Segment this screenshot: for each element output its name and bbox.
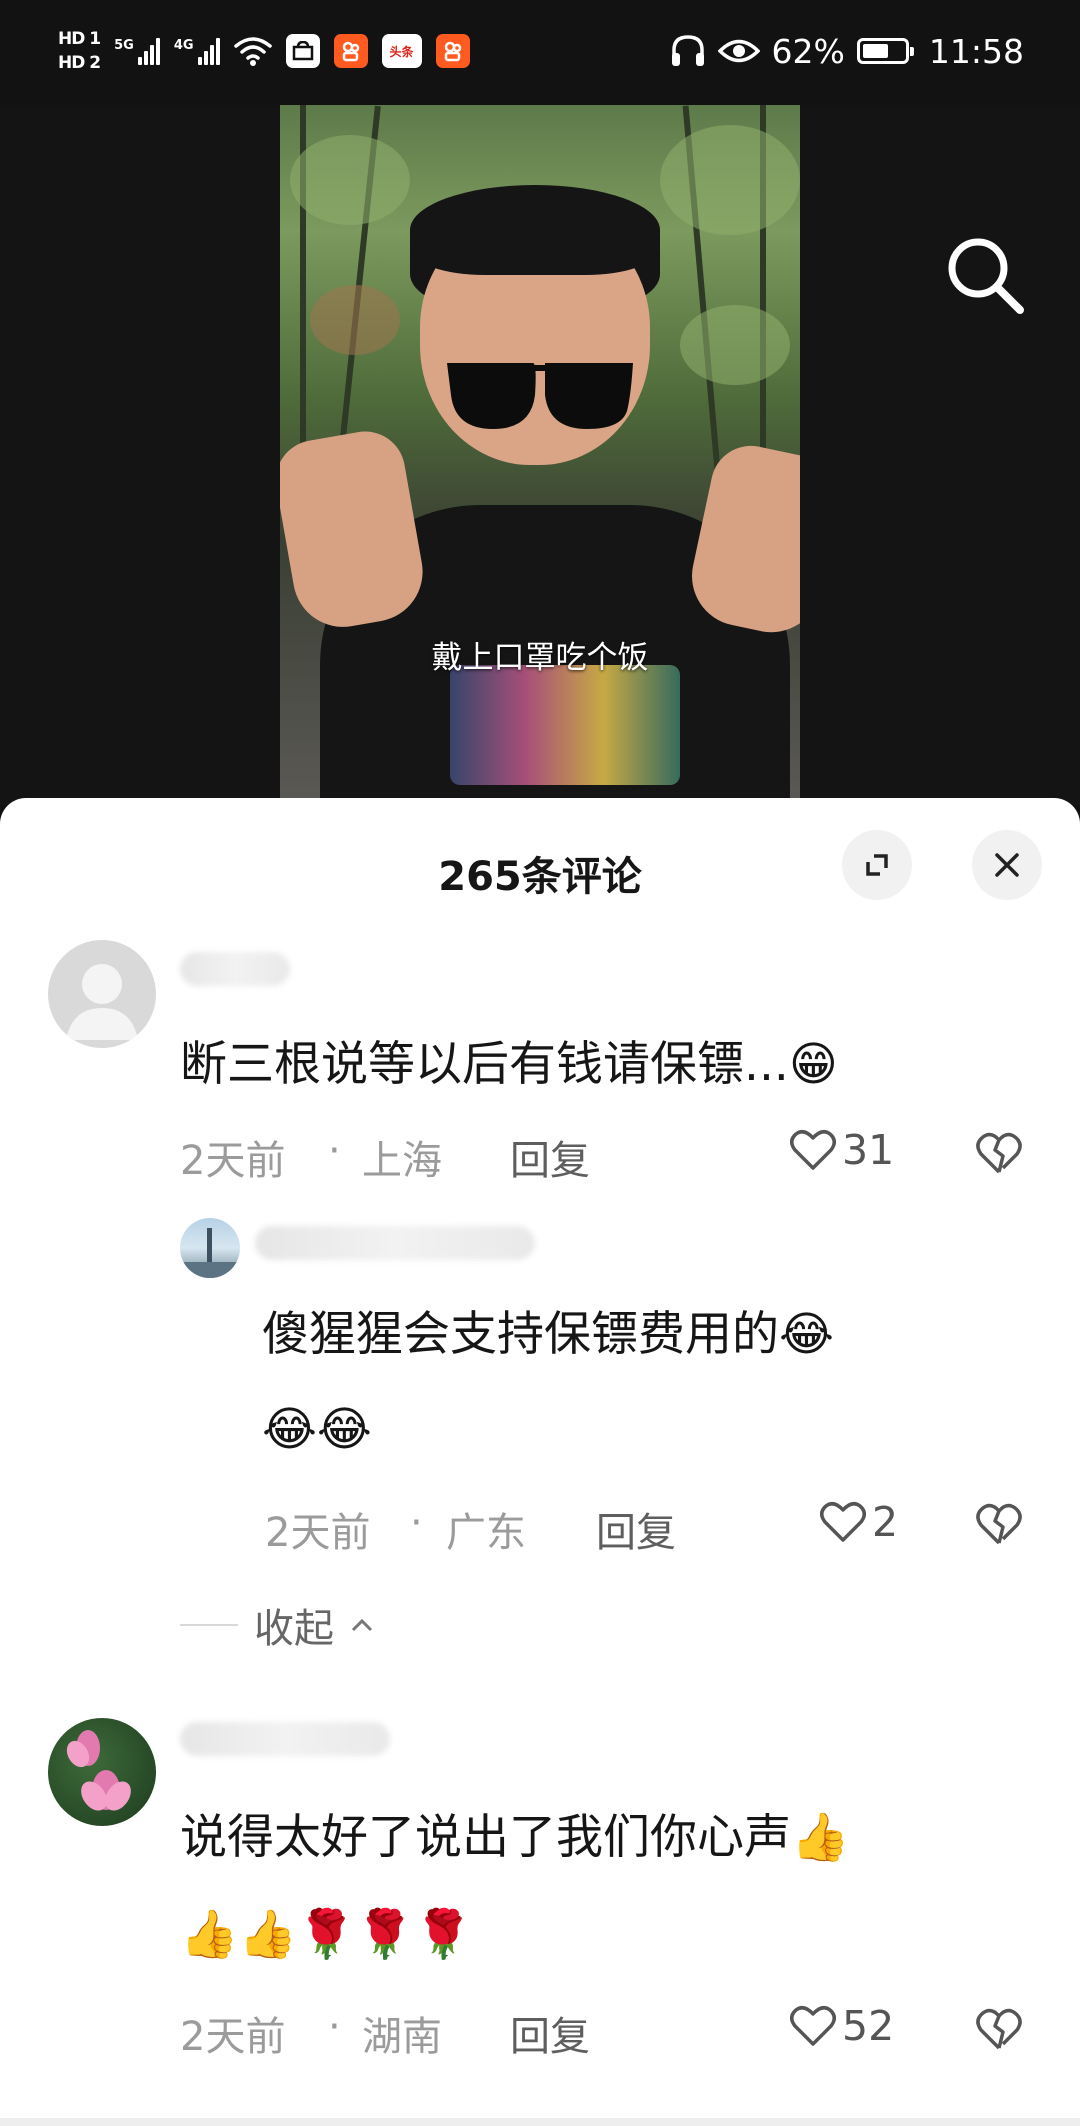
- status-left: HD 1 HD 2 5G 4G 头条: [58, 20, 470, 82]
- comment-3-dot: ·: [328, 2004, 341, 2050]
- dislike-broken-heart-icon[interactable]: [975, 1500, 1023, 1548]
- battery-percent: 62%: [771, 31, 845, 71]
- sim-indicators: HD 1 HD 2: [58, 29, 101, 73]
- heart-icon: [790, 2006, 836, 2046]
- net1-label: 5G: [114, 37, 134, 53]
- signal-5g-icon: 5G: [114, 37, 160, 65]
- sim1-label: HD 1: [58, 29, 101, 49]
- default-user-icon: [66, 964, 138, 1040]
- close-icon: [995, 853, 1019, 877]
- comment-3-like-count: 52: [842, 2002, 895, 2050]
- comment-3-text-line1: 说得太好了说出了我们你心声👍: [180, 1810, 850, 1865]
- comment-1-reply-button[interactable]: 回复: [510, 1128, 590, 1186]
- avatar-scenery-icon: [180, 1228, 240, 1278]
- heart-icon: [820, 1502, 866, 1542]
- search-icon[interactable]: [940, 230, 1030, 320]
- comment-3-reply-button[interactable]: 回复: [510, 2004, 590, 2062]
- comment-1-like-button[interactable]: 31: [790, 1126, 894, 1174]
- expand-button[interactable]: [842, 830, 912, 900]
- kuaishou-app-icon: [333, 34, 368, 68]
- comment-3-like-button[interactable]: 52: [790, 2002, 894, 2050]
- comment-1-avatar[interactable]: [48, 940, 156, 1048]
- bottom-edge: [0, 2118, 1080, 2126]
- comment-2-time: 2天前: [265, 1510, 371, 1556]
- comment-2-like-button[interactable]: 2: [820, 1498, 898, 1546]
- clock: 11:58: [928, 31, 1024, 71]
- comment-1-like-count: 31: [842, 1126, 895, 1174]
- video-player[interactable]: 戴上口罩吃个饭: [0, 105, 1080, 805]
- wifi-icon: [233, 37, 272, 66]
- comments-sheet: 265条评论: [0, 798, 1080, 2126]
- comment-2-dot: ·: [410, 1500, 423, 1546]
- status-bar: HD 1 HD 2 5G 4G 头条 62% 11:58: [0, 0, 1080, 105]
- comment-3-avatar[interactable]: [48, 1718, 156, 1826]
- lotus-flower-icon: [66, 1730, 131, 1811]
- comment-1-location: 上海: [362, 1138, 442, 1184]
- comment-1-username-blurred[interactable]: [180, 952, 290, 986]
- comments-count-title: 265条评论: [438, 854, 642, 900]
- comment-1-text: 断三根说等以后有钱请保镖...😁: [180, 1037, 838, 1092]
- comment-1-time: 2天前: [180, 1138, 286, 1184]
- comment-2-like-count: 2: [872, 1498, 899, 1546]
- comment-2-text-line2: 😂😂: [262, 1402, 372, 1457]
- video-frame[interactable]: 戴上口罩吃个饭: [280, 105, 800, 805]
- toutiao-app-icon: 头条: [381, 34, 422, 68]
- comment-2-avatar[interactable]: [180, 1218, 240, 1278]
- comment-3-text-line2: 👍👍🌹🌹🌹: [180, 1907, 473, 1962]
- expand-icon: [866, 854, 888, 876]
- comment-1-dot: ·: [328, 1128, 341, 1174]
- notification-app-icon: [285, 34, 320, 68]
- signal-4g-icon: 4G: [173, 37, 220, 65]
- dislike-broken-heart-icon[interactable]: [975, 1129, 1023, 1177]
- close-button[interactable]: [972, 830, 1042, 900]
- comment-3-username-blurred[interactable]: [180, 1722, 390, 1756]
- chevron-up-icon: [351, 1618, 373, 1632]
- comment-2-text-line1: 傻猩猩会支持保镖费用的😂: [262, 1307, 834, 1362]
- headphones-icon: [671, 35, 704, 66]
- comment-3-time: 2天前: [180, 2014, 286, 2060]
- battery-icon: [856, 38, 914, 64]
- comment-2-reply-button[interactable]: 回复: [596, 1500, 676, 1558]
- comment-2-username-blurred[interactable]: [255, 1226, 535, 1260]
- comment-2-location: 广东: [446, 1510, 526, 1556]
- collapse-label: 收起: [254, 1606, 334, 1652]
- sim2-label: HD 2: [58, 53, 101, 73]
- comment-3-location: 湖南: [362, 2014, 442, 2060]
- kuaishou-app-icon-2: [435, 34, 470, 68]
- video-subtitle: 戴上口罩吃个饭: [431, 640, 649, 676]
- heart-icon: [790, 1130, 836, 1170]
- collapse-divider: [180, 1624, 238, 1626]
- dislike-broken-heart-icon[interactable]: [975, 2005, 1023, 2053]
- eye-comfort-icon: [717, 39, 760, 63]
- net2-label: 4G: [173, 37, 194, 53]
- collapse-replies-button[interactable]: 收起: [180, 1596, 374, 1654]
- status-right: 62% 11:58: [670, 22, 1024, 80]
